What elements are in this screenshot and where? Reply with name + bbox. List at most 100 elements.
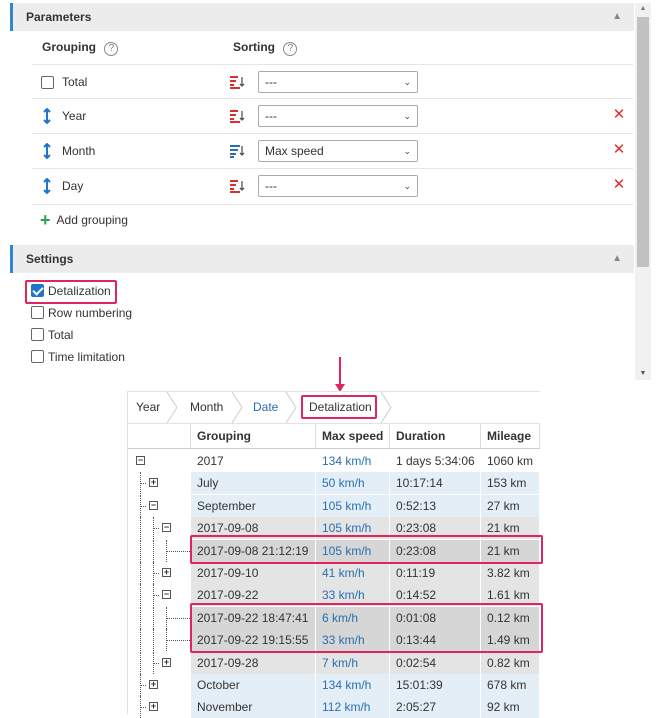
sort-select[interactable]: --- ⌄: [258, 71, 418, 93]
help-icon[interactable]: ?: [104, 42, 119, 56]
remove-icon[interactable]: ✕: [612, 177, 626, 193]
drag-handle-icon[interactable]: [40, 108, 54, 124]
remove-icon[interactable]: ✕: [612, 107, 626, 123]
tree-connector: [140, 562, 141, 584]
table-row[interactable]: +2017-09-28 7 km/h 0:02:54 0.82 km: [128, 651, 540, 674]
parameters-section-header[interactable]: Parameters ▲: [10, 3, 634, 31]
collapse-chevron-icon[interactable]: ▲: [612, 245, 622, 273]
column-header-grouping[interactable]: Grouping: [191, 424, 316, 448]
max-speed-cell: 105 km/h: [316, 494, 390, 517]
tree-cell: +: [128, 674, 191, 696]
table-row[interactable]: + October 134 km/h 15:01:39 678 km: [128, 674, 540, 696]
max-speed-cell: 112 km/h: [316, 696, 390, 718]
tree-connector: [153, 662, 159, 664]
row-numbering-checkbox[interactable]: [31, 306, 44, 319]
tree-connector: [140, 606, 141, 629]
max-speed-cell: 41 km/h: [316, 562, 390, 584]
drag-handle-icon[interactable]: [40, 178, 54, 194]
scroll-up-icon[interactable]: ▲: [635, 3, 651, 15]
breadcrumb-item-month[interactable]: Month: [190, 392, 223, 423]
vertical-scrollbar[interactable]: ▲ ▼: [635, 3, 651, 380]
collapse-chevron-icon[interactable]: ▲: [612, 3, 622, 31]
table-row[interactable]: − 2017 134 km/h 1 days 5:34:06 1060 km: [128, 450, 540, 472]
expand-icon[interactable]: +: [162, 657, 171, 667]
duration-cell: 0:11:19: [390, 562, 481, 584]
table-row[interactable]: +2017-09-10 41 km/h 0:11:19 3.82 km: [128, 562, 540, 584]
expand-icon[interactable]: +: [149, 702, 158, 712]
tree-connector: [140, 505, 146, 507]
column-header-mileage[interactable]: Mileage: [481, 424, 540, 448]
tree-connector: [153, 595, 159, 597]
breadcrumb-item-year[interactable]: Year: [136, 392, 160, 423]
highlight-box: [25, 280, 117, 304]
duration-cell: 10:17:14: [390, 472, 481, 495]
tree-cell: +: [128, 562, 191, 584]
tree-cell: +: [128, 696, 191, 718]
tree-column-header: [128, 424, 191, 448]
duration-cell: 0:52:13: [390, 494, 481, 517]
mileage-cell: 0.82 km: [481, 651, 540, 674]
sort-direction-icon[interactable]: [230, 75, 246, 89]
mileage-cell: 678 km: [481, 674, 540, 696]
tree-connector: [140, 707, 146, 709]
time-limitation-option[interactable]: Time limitation: [31, 350, 125, 368]
total-option[interactable]: Total: [31, 328, 73, 346]
breadcrumb-item-date[interactable]: Date: [253, 392, 278, 423]
scrollbar-thumb[interactable]: [637, 17, 649, 267]
settings-title: Settings: [26, 252, 74, 266]
grouping-cell: 2017-09-28: [191, 651, 316, 674]
collapse-icon[interactable]: −: [162, 523, 171, 533]
collapse-icon[interactable]: −: [149, 500, 158, 510]
tree-connector: [140, 584, 141, 607]
total-grouping-checkbox[interactable]: [41, 76, 54, 89]
sort-direction-icon[interactable]: [230, 144, 246, 158]
time-limitation-checkbox[interactable]: [31, 350, 44, 363]
tree-connector: [140, 685, 146, 686]
tree-connector: [140, 483, 146, 485]
collapse-icon[interactable]: −: [136, 456, 145, 465]
sort-select[interactable]: --- ⌄: [258, 105, 418, 127]
tree-cell: −: [128, 517, 191, 540]
sort-select-value: ---: [265, 109, 277, 123]
settings-section-header[interactable]: Settings ▲: [10, 245, 634, 273]
sort-select-value: Max speed: [265, 144, 324, 158]
table-row[interactable]: + July 50 km/h 10:17:14 153 km: [128, 472, 540, 495]
sort-select[interactable]: Max speed ⌄: [258, 140, 418, 162]
sort-direction-icon[interactable]: [230, 109, 246, 123]
max-speed-cell: 134 km/h: [316, 450, 390, 472]
total-checkbox[interactable]: [31, 328, 44, 341]
expand-icon[interactable]: +: [149, 680, 158, 689]
table-row[interactable]: + November 112 km/h 2:05:27 92 km: [128, 696, 540, 718]
mileage-cell: 92 km: [481, 696, 540, 718]
tree-connector: [153, 539, 154, 562]
scroll-down-icon[interactable]: ▼: [635, 368, 651, 380]
max-speed-cell: 50 km/h: [316, 472, 390, 495]
grouping-cell: July: [191, 472, 316, 495]
grouping-column-header: Grouping ?: [42, 40, 119, 56]
table-row[interactable]: − September 105 km/h 0:52:13 27 km: [128, 494, 540, 517]
parameters-title: Parameters: [26, 10, 92, 24]
column-header-duration[interactable]: Duration: [390, 424, 481, 448]
collapse-icon[interactable]: −: [162, 590, 171, 600]
tree-connector: [140, 539, 141, 562]
expand-icon[interactable]: +: [149, 478, 158, 488]
expand-icon[interactable]: +: [162, 568, 171, 577]
remove-icon[interactable]: ✕: [612, 142, 626, 158]
drag-handle-icon[interactable]: [40, 143, 54, 159]
max-speed-cell: 7 km/h: [316, 651, 390, 674]
grouping-label: Total: [62, 75, 88, 89]
sort-select[interactable]: --- ⌄: [258, 175, 418, 197]
add-grouping-button[interactable]: + Add grouping: [40, 211, 128, 231]
option-label: Total: [48, 328, 74, 342]
duration-cell: 15:01:39: [390, 674, 481, 696]
mileage-cell: 3.82 km: [481, 562, 540, 584]
mileage-cell: 1060 km: [481, 450, 540, 472]
sort-direction-icon[interactable]: [230, 179, 246, 193]
column-header-max-speed[interactable]: Max speed: [316, 424, 390, 448]
tree-cell: −: [128, 494, 191, 517]
row-numbering-option[interactable]: Row numbering: [31, 306, 132, 324]
grouping-label: Month: [62, 144, 96, 158]
breadcrumb-separator-icon: [285, 392, 297, 423]
tree-cell: +: [128, 472, 191, 495]
help-icon[interactable]: ?: [283, 42, 298, 56]
